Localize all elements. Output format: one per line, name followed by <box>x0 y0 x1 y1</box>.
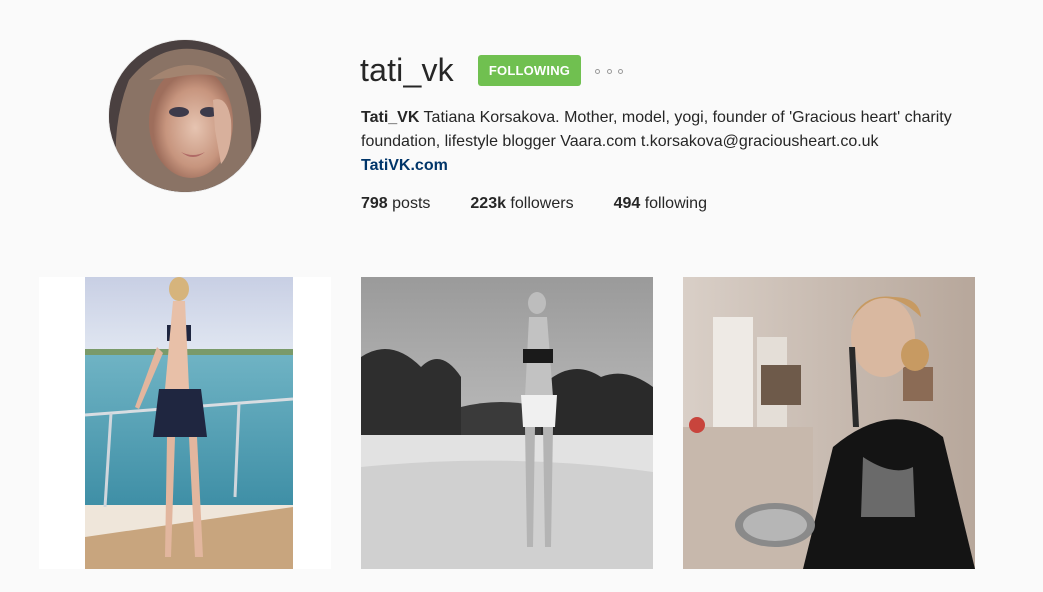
bio-text: Tatiana Korsakova. Mother, model, yogi, … <box>361 109 952 150</box>
following-button[interactable]: FOLLOWING <box>478 55 581 86</box>
avatar-image <box>109 40 261 192</box>
dot-icon <box>595 68 600 74</box>
profile-page: tati_vk FOLLOWING Tati_VK Tatiana Korsak… <box>0 0 1043 592</box>
post-image-beach <box>361 277 653 569</box>
dot-icon <box>606 68 612 74</box>
posts-count: 798 <box>361 195 388 212</box>
following-stat[interactable]: 494 following <box>614 192 707 216</box>
profile-avatar[interactable] <box>109 40 261 192</box>
profile-stats: 798 posts 223k followers 494 following <box>361 192 747 216</box>
followers-count: 223k <box>470 195 506 212</box>
followers-label: followers <box>505 195 574 212</box>
posts-label: posts <box>387 195 431 212</box>
post-thumbnail[interactable] <box>361 277 653 569</box>
post-thumbnail[interactable] <box>683 277 975 569</box>
following-label: following <box>640 195 707 212</box>
ellipsis-icon[interactable] <box>595 63 623 79</box>
following-count: 494 <box>613 195 641 212</box>
post-image-interior <box>683 277 975 569</box>
profile-bio: Tati_VK Tatiana Korsakova. Mother, model… <box>361 106 991 178</box>
bio-full-name: Tati_VK <box>361 109 420 126</box>
posts-stat: 798 posts <box>361 192 430 216</box>
followers-stat[interactable]: 223k followers <box>470 192 573 216</box>
website-link[interactable]: TatiVK.com <box>361 154 991 178</box>
profile-username: tati_vk <box>360 52 454 88</box>
post-thumbnail[interactable] <box>39 277 331 569</box>
post-image-yacht <box>39 277 331 569</box>
dot-icon <box>618 68 623 74</box>
